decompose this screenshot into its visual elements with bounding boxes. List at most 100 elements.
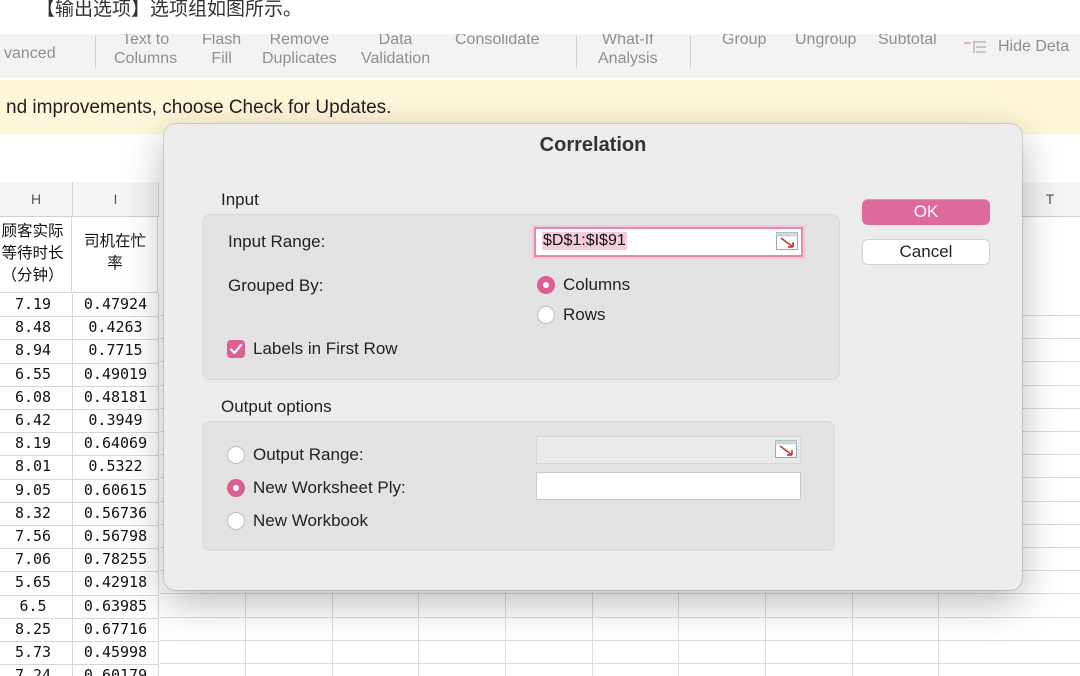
data-ribbon-toolbar: vanced Text to Columns Flash Fill Remove… (0, 34, 1080, 78)
hide-detail-label: Hide Deta (998, 38, 1070, 55)
article-caption: 【输出选项】选项组如图所示。 (36, 0, 303, 20)
grid-line (592, 592, 593, 676)
header-h-line-3: （分钟） (1, 267, 64, 284)
ribbon-divider (576, 36, 577, 68)
hide-detail-icon (964, 41, 986, 53)
input-range-label: Input Range: (228, 232, 326, 251)
cell-h-value[interactable]: 7.06 (0, 548, 73, 573)
header-cell-h[interactable]: 顾客实际 等待时长 （分钟） (0, 217, 72, 293)
group-button[interactable]: Group (722, 34, 766, 49)
new-worksheet-ply-label[interactable]: New Worksheet Ply: (253, 478, 406, 498)
data-validation-label-1: Data (378, 34, 413, 48)
text-to-columns-button[interactable]: Text to Columns (114, 34, 177, 68)
columns-radio-label[interactable]: Columns (563, 275, 630, 295)
header-i-line-1: 司机在忙 (83, 233, 146, 250)
cell-i-value[interactable]: 0.56736 (73, 501, 159, 526)
grid-line (332, 592, 333, 676)
new-workbook-radio[interactable] (227, 512, 245, 530)
correlation-dialog: Correlation Input Input Range: $D$1:$I$9… (164, 124, 1022, 590)
text-to-columns-label-2: Columns (114, 50, 178, 67)
rows-radio-label[interactable]: Rows (563, 305, 606, 325)
cell-h-value[interactable]: 6.42 (0, 409, 73, 434)
column-header-i[interactable]: I (73, 182, 159, 217)
cell-h-value[interactable]: 6.08 (0, 385, 73, 410)
cell-h-value[interactable]: 8.25 (0, 617, 73, 642)
labels-in-first-row-checkbox[interactable] (227, 340, 245, 358)
what-if-analysis-button[interactable]: What-If Analysis (598, 34, 658, 68)
dialog-title: Correlation (539, 134, 647, 156)
group-label: Group (722, 34, 767, 48)
cell-i-value[interactable]: 0.56798 (73, 525, 159, 550)
new-worksheet-ply-radio[interactable] (227, 479, 245, 497)
header-h-line-1: 顾客实际 (1, 223, 64, 240)
cell-h-value[interactable]: 6.55 (0, 362, 73, 387)
cell-i-value[interactable]: 0.7715 (73, 339, 159, 364)
hide-detail-button[interactable]: Hide Deta (998, 37, 1069, 56)
columns-radio[interactable] (537, 276, 555, 294)
ribbon-divider (690, 36, 691, 68)
new-worksheet-ply-field[interactable] (536, 472, 801, 500)
cell-h-value[interactable]: 8.94 (0, 339, 73, 364)
cell-i-value[interactable]: 0.78255 (73, 548, 159, 573)
rows-radio[interactable] (537, 306, 555, 324)
subtotal-label: Subtotal (878, 34, 937, 48)
cell-h-value[interactable]: 5.65 (0, 571, 73, 596)
input-range-field[interactable]: $D$1:$I$91 (534, 227, 803, 257)
column-header-h[interactable]: H (0, 182, 73, 217)
header-i-line-2: 率 (107, 255, 123, 272)
cell-i-value[interactable]: 0.45998 (73, 641, 159, 666)
cell-i-value[interactable]: 0.64069 (73, 432, 159, 457)
cell-i-value[interactable]: 0.60179 (73, 664, 159, 676)
ok-button[interactable]: OK (862, 199, 990, 225)
flash-fill-label-1: Flash (202, 34, 242, 48)
labels-in-first-row-label[interactable]: Labels in First Row (253, 339, 398, 359)
output-range-label[interactable]: Output Range: (253, 445, 364, 465)
cell-h-value[interactable]: 6.5 (0, 594, 73, 619)
cell-h-value[interactable]: 7.56 (0, 525, 73, 550)
range-picker-icon[interactable] (776, 232, 798, 250)
output-range-radio[interactable] (227, 446, 245, 464)
cell-i-value[interactable]: 0.63985 (73, 594, 159, 619)
cell-h-value[interactable]: 8.19 (0, 432, 73, 457)
advanced-filter-button[interactable]: vanced (4, 44, 56, 63)
cell-i-value[interactable]: 0.67716 (73, 617, 159, 642)
cell-h-value[interactable]: 5.73 (0, 641, 73, 666)
header-cell-i[interactable]: 司机在忙 率 (73, 217, 158, 293)
new-workbook-label[interactable]: New Workbook (253, 511, 368, 531)
remove-duplicates-button[interactable]: Remove Duplicates (262, 34, 337, 68)
cell-h-value[interactable]: 7.19 (0, 293, 73, 318)
cell-i-value[interactable]: 0.48181 (73, 385, 159, 410)
cell-i-value[interactable]: 0.4263 (73, 316, 159, 341)
cell-h-value[interactable]: 9.05 (0, 478, 73, 503)
grid-line (160, 639, 1080, 641)
data-validation-button[interactable]: Data Validation (361, 34, 430, 68)
grid-line (505, 592, 506, 676)
range-picker-icon[interactable] (775, 440, 797, 458)
cell-i-value[interactable]: 0.42918 (73, 571, 159, 596)
grid-line (418, 592, 419, 676)
subtotal-button[interactable]: Subtotal (878, 34, 937, 49)
consolidate-button[interactable]: Consolidate (455, 34, 540, 49)
cell-h-value[interactable]: 8.32 (0, 501, 73, 526)
input-section-label: Input (221, 190, 259, 209)
column-header-t[interactable]: T (1020, 182, 1080, 217)
cell-h-value[interactable]: 8.48 (0, 316, 73, 341)
cell-i-value[interactable]: 0.5322 (73, 455, 159, 480)
cell-h-value[interactable]: 7.24 (0, 664, 73, 676)
cell-i-value[interactable]: 0.47924 (73, 293, 159, 318)
ungroup-button[interactable]: Ungroup (795, 34, 856, 49)
text-to-columns-label-1: Text to (122, 34, 170, 48)
output-range-field[interactable] (536, 436, 801, 464)
cell-h-value[interactable]: 8.01 (0, 455, 73, 480)
cancel-button[interactable]: Cancel (862, 239, 990, 265)
what-if-label-2: Analysis (598, 50, 658, 67)
grid-line (160, 616, 1080, 618)
remove-duplicates-label-1: Remove (269, 34, 330, 48)
grid-line (160, 593, 1080, 595)
checkmark-icon (229, 343, 243, 355)
flash-fill-button[interactable]: Flash Fill (202, 34, 241, 68)
cell-i-value[interactable]: 0.49019 (73, 362, 159, 387)
cell-i-value[interactable]: 0.3949 (73, 409, 159, 434)
cell-i-value[interactable]: 0.60615 (73, 478, 159, 503)
advanced-label: vanced (4, 45, 56, 62)
